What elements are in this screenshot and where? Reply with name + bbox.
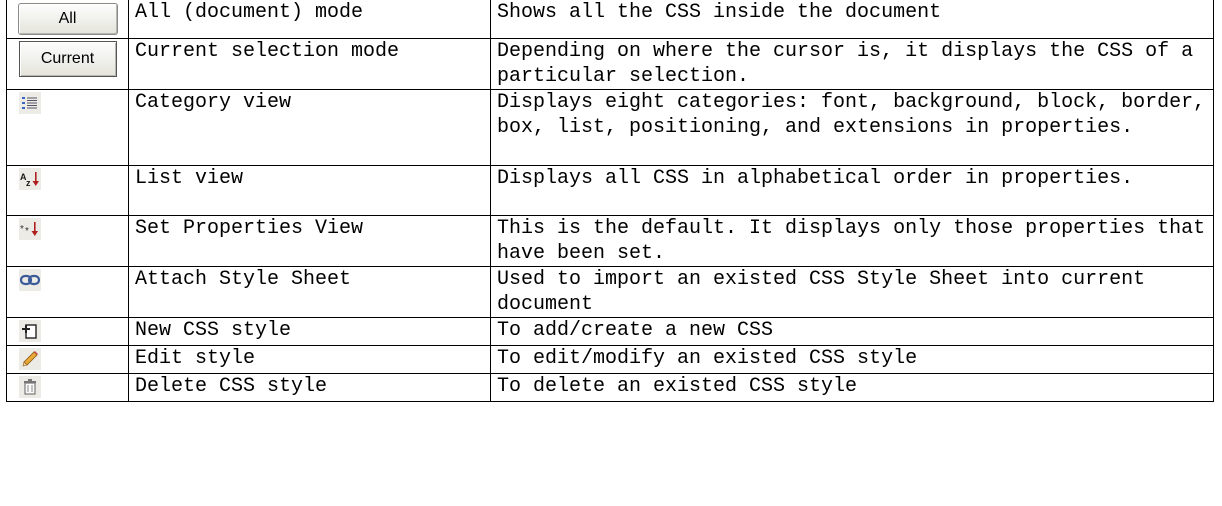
svg-text:*: * xyxy=(25,226,29,237)
feature-description: Depending on where the cursor is, it dis… xyxy=(490,37,1214,90)
all-mode-button[interactable]: All xyxy=(17,2,118,35)
feature-name: New CSS style xyxy=(128,316,491,346)
feature-description: To add/create a new CSS xyxy=(490,316,1214,346)
icon-cell xyxy=(6,265,129,318)
set-properties-icon[interactable]: * * xyxy=(19,217,41,240)
table-row: Attach Style Sheet Used to import an exi… xyxy=(6,265,1214,318)
table-row: Edit style To edit/modify an existed CSS… xyxy=(6,344,1214,374)
feature-description: To edit/modify an existed CSS style xyxy=(490,344,1214,374)
icon-cell: Current xyxy=(6,37,129,90)
category-view-icon[interactable] xyxy=(19,91,41,114)
feature-name: Category view xyxy=(128,88,491,166)
feature-name: Edit style xyxy=(128,344,491,374)
all-mode-label: All xyxy=(58,10,77,28)
feature-name: Attach Style Sheet xyxy=(128,265,491,318)
table-row: New CSS style To add/create a new CSS xyxy=(6,316,1214,346)
current-mode-label: Current xyxy=(40,50,95,67)
table-row: * * Set Properties View This is the defa… xyxy=(6,214,1214,267)
icon-cell: A z xyxy=(6,164,129,216)
new-css-style-icon[interactable] xyxy=(19,319,41,342)
pencil-icon[interactable] xyxy=(19,347,41,370)
css-panel-reference-table: All All (document) mode Shows all the CS… xyxy=(6,0,1214,402)
feature-description: Displays eight categories: font, backgro… xyxy=(490,88,1214,166)
feature-name: Set Properties View xyxy=(128,214,491,267)
icon-cell: All xyxy=(6,0,129,39)
trash-can-icon[interactable] xyxy=(19,375,41,398)
feature-name: List view xyxy=(128,164,491,216)
feature-description: Used to import an existed CSS Style Shee… xyxy=(490,265,1214,318)
icon-cell xyxy=(6,316,129,346)
icon-cell: * * xyxy=(6,214,129,267)
svg-text:z: z xyxy=(26,178,31,187)
icon-cell xyxy=(6,344,129,374)
feature-description: To delete an existed CSS style xyxy=(490,372,1214,402)
icon-cell xyxy=(6,88,129,166)
feature-description: Shows all the CSS inside the document xyxy=(490,0,1214,39)
feature-name: Delete CSS style xyxy=(128,372,491,402)
table-row: A z List view Displays all CSS in alphab… xyxy=(6,164,1214,216)
document-page: All All (document) mode Shows all the CS… xyxy=(6,0,1216,506)
current-mode-button[interactable]: Current xyxy=(18,40,117,77)
table-row: Category view Displays eight categories:… xyxy=(6,88,1214,166)
icon-cell xyxy=(6,372,129,402)
feature-name: All (document) mode xyxy=(128,0,491,39)
table-row: All All (document) mode Shows all the CS… xyxy=(6,0,1214,39)
svg-text:*: * xyxy=(20,224,24,235)
table-row: Delete CSS style To delete an existed CS… xyxy=(6,372,1214,402)
table-row: Current Current selection mode Depending… xyxy=(6,37,1214,90)
chain-link-icon[interactable] xyxy=(19,268,41,291)
feature-name: Current selection mode xyxy=(128,37,491,90)
feature-description: Displays all CSS in alphabetical order i… xyxy=(490,164,1214,216)
feature-description: This is the default. It displays only th… xyxy=(490,214,1214,267)
list-view-icon[interactable]: A z xyxy=(19,167,41,190)
